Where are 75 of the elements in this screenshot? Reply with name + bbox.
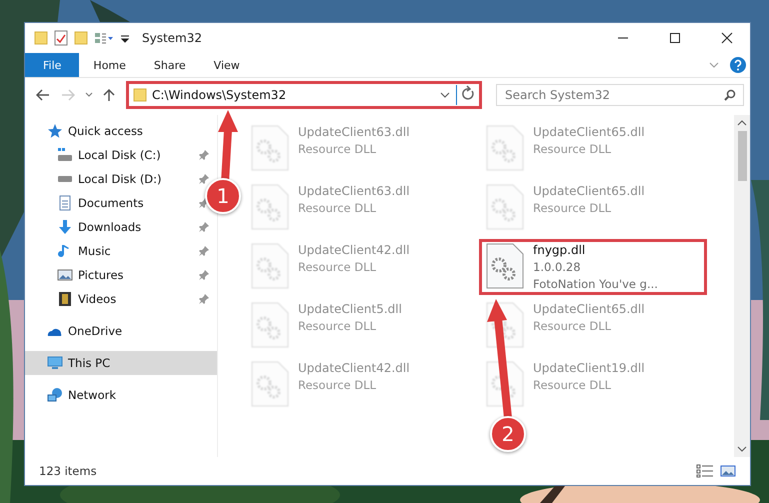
dropdown-caret-icon[interactable] bbox=[440, 91, 450, 99]
computer-icon bbox=[47, 355, 63, 371]
dll-file-icon bbox=[250, 302, 290, 348]
file-detail: Resource DLL bbox=[533, 319, 612, 333]
document-icon bbox=[57, 195, 73, 211]
file-detail: FotoNation You've g... bbox=[533, 277, 658, 291]
sidebar-item[interactable]: Network bbox=[68, 388, 209, 402]
file-detail: Resource DLL bbox=[533, 378, 612, 392]
sidebar-item[interactable]: Documents bbox=[78, 196, 194, 210]
forward-arrow-icon bbox=[61, 89, 76, 101]
file-detail: Resource DLL bbox=[533, 201, 612, 215]
ribbon-tab[interactable]: File bbox=[25, 53, 80, 77]
pin-icon[interactable] bbox=[199, 222, 209, 232]
scrollbar[interactable] bbox=[734, 115, 750, 457]
pin-icon[interactable] bbox=[199, 294, 209, 304]
sidebar-item[interactable]: Quick access bbox=[68, 124, 209, 138]
up-arrow-icon bbox=[103, 88, 116, 102]
sidebar-item[interactable]: Local Disk (C:) bbox=[78, 148, 194, 162]
pin-icon[interactable] bbox=[199, 246, 209, 256]
large-icons-view-icon[interactable] bbox=[720, 464, 736, 478]
file-detail: Resource DLL bbox=[298, 201, 378, 215]
ribbon-tab[interactable]: Share bbox=[140, 53, 200, 77]
star-icon bbox=[47, 123, 63, 139]
drive-icon bbox=[57, 147, 73, 163]
file-detail: Resource DLL bbox=[298, 378, 378, 392]
dll-file-icon bbox=[485, 125, 525, 171]
search-field[interactable]: Search System32 bbox=[496, 84, 744, 106]
address-path: C:\Windows\System32 bbox=[152, 88, 288, 102]
ribbon-tab[interactable]: Home bbox=[79, 53, 140, 77]
scrollbar-thumb[interactable] bbox=[738, 131, 746, 181]
dll-file-icon bbox=[250, 361, 290, 407]
pin-icon[interactable] bbox=[199, 174, 209, 184]
address-bar[interactable]: C:\Windows\System32 bbox=[128, 84, 479, 106]
scroll-down-icon[interactable] bbox=[737, 445, 747, 453]
dll-file-icon bbox=[250, 184, 290, 230]
scroll-up-icon[interactable] bbox=[737, 119, 747, 127]
file-detail: Resource DLL bbox=[298, 260, 378, 274]
dll-file-icon bbox=[485, 184, 525, 230]
back-arrow-icon bbox=[36, 89, 50, 101]
file-detail: Resource DLL bbox=[298, 319, 378, 333]
item-count: 123 items bbox=[39, 464, 98, 478]
download-icon bbox=[57, 219, 73, 235]
customize-toolbar-icon[interactable] bbox=[120, 33, 130, 43]
view-options-icon[interactable] bbox=[94, 31, 114, 45]
file-detail: 1.0.0.28 bbox=[533, 260, 582, 274]
sidebar-item[interactable]: Pictures bbox=[78, 268, 194, 282]
folder-icon bbox=[132, 88, 147, 102]
properties-icon[interactable] bbox=[54, 30, 68, 46]
close-icon bbox=[721, 32, 733, 44]
pictures-icon bbox=[57, 267, 73, 283]
network-icon bbox=[47, 387, 63, 403]
sidebar-item[interactable]: This PC bbox=[68, 356, 209, 370]
dll-file-icon bbox=[485, 243, 525, 289]
dll-file-icon bbox=[485, 361, 525, 407]
sidebar-item[interactable]: Music bbox=[78, 244, 194, 258]
help-icon[interactable] bbox=[730, 57, 746, 73]
ribbon-tab[interactable]: View bbox=[200, 53, 254, 77]
sidebar-item[interactable]: Videos bbox=[78, 292, 194, 306]
sidebar-item[interactable]: OneDrive bbox=[68, 324, 209, 338]
window-title: System32 bbox=[142, 31, 204, 45]
dll-file-icon bbox=[250, 125, 290, 171]
file-detail: Resource DLL bbox=[533, 142, 612, 156]
dll-file-icon bbox=[250, 243, 290, 289]
maximize-icon bbox=[669, 32, 681, 44]
file-detail: Resource DLL bbox=[298, 142, 378, 156]
search-icon bbox=[724, 89, 736, 101]
details-view-icon[interactable] bbox=[696, 464, 714, 478]
sidebar-item[interactable]: Downloads bbox=[78, 220, 194, 234]
sidebar-item[interactable]: Local Disk (D:) bbox=[78, 172, 194, 186]
pin-icon[interactable] bbox=[199, 270, 209, 280]
film-icon bbox=[57, 291, 73, 307]
pin-icon[interactable] bbox=[199, 150, 209, 160]
caret-icon bbox=[84, 92, 93, 98]
file-name[interactable]: fnygp.dll bbox=[533, 243, 658, 257]
drive-icon bbox=[57, 176, 73, 182]
